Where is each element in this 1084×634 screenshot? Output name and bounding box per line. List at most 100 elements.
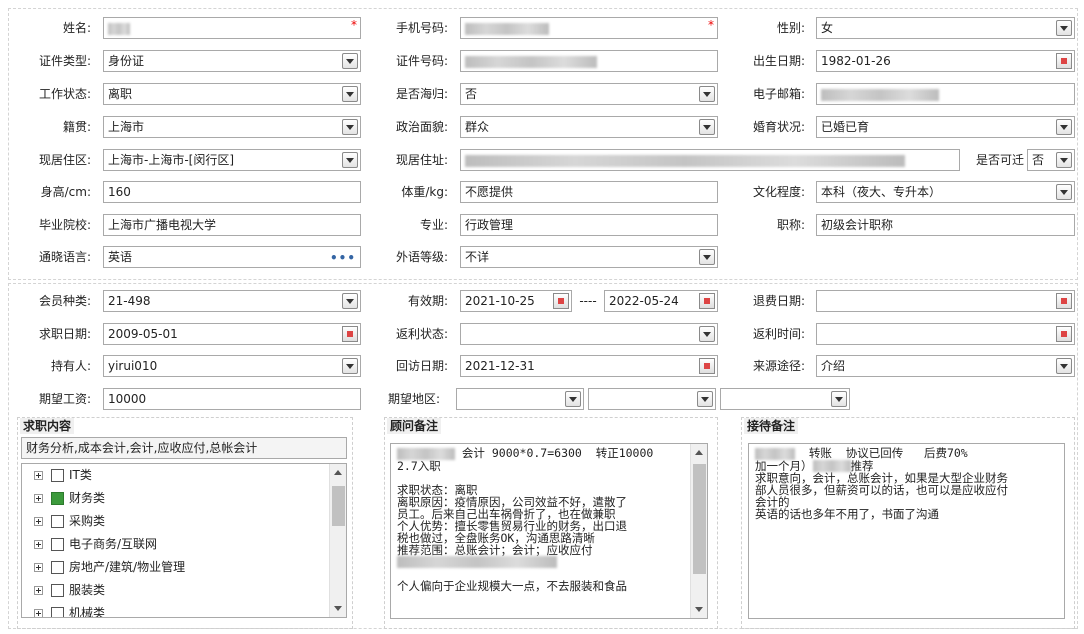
school-input[interactable]: 上海市广播电视大学 [103, 214, 361, 236]
language-input[interactable]: 英语 ••• [103, 246, 361, 268]
expand-icon[interactable] [34, 563, 43, 572]
job-category-tree[interactable]: IT类 财务类 采购类 电子商务/互联网 房地产/建筑/物业管理 服装类 机械类 [21, 463, 347, 618]
region-city-select[interactable] [588, 388, 716, 410]
expand-icon[interactable] [34, 471, 43, 480]
native-place-label: 籍贯: [62, 120, 91, 134]
scroll-down-icon[interactable] [334, 606, 342, 611]
gender-select[interactable]: 女 [816, 17, 1075, 39]
chevron-down-icon[interactable] [342, 293, 358, 309]
scroll-up-icon[interactable] [334, 470, 342, 475]
region-district-select[interactable] [720, 388, 850, 410]
calendar-icon[interactable] [1056, 293, 1072, 309]
checkbox[interactable] [51, 515, 64, 528]
checkbox[interactable] [51, 538, 64, 551]
calendar-icon[interactable] [342, 326, 358, 342]
residence-area-select[interactable]: 上海市-上海市-[闵行区] [103, 149, 361, 171]
salary-input[interactable]: 10000 [103, 388, 361, 410]
chevron-down-icon[interactable] [1056, 20, 1072, 36]
checkbox[interactable] [51, 584, 64, 597]
calendar-icon[interactable] [553, 293, 569, 309]
chevron-down-icon[interactable] [699, 326, 715, 342]
chevron-down-icon[interactable] [699, 249, 715, 265]
marital-select[interactable]: 已婚已育 [816, 116, 1075, 138]
scroll-thumb[interactable] [332, 486, 345, 526]
chevron-down-icon[interactable] [1056, 119, 1072, 135]
refund-date-input[interactable] [816, 290, 1075, 312]
expand-icon[interactable] [34, 609, 43, 617]
native-place-select[interactable]: 上海市 [103, 116, 361, 138]
checkbox[interactable] [51, 561, 64, 574]
political-select[interactable]: 群众 [460, 116, 718, 138]
id-type-select[interactable]: 身份证 [103, 50, 361, 72]
valid-to-input[interactable]: 2022-05-24 [604, 290, 718, 312]
name-input[interactable]: * [103, 17, 361, 39]
tree-item[interactable]: 电子商务/互联网 [22, 533, 346, 556]
chevron-down-icon[interactable] [342, 152, 358, 168]
overseas-select[interactable]: 否 [460, 83, 718, 105]
chevron-down-icon[interactable] [565, 391, 581, 407]
holder-select[interactable]: yirui010 [103, 355, 361, 377]
tree-item[interactable]: IT类 [22, 464, 346, 487]
reception-notes-textarea[interactable]: 转账 协议已回传 后费70% 加一个月） 推荐 求职意向，会计，总账会计，如果是大… [748, 443, 1065, 619]
language-level-select[interactable]: 不详 [460, 246, 718, 268]
job-title-input[interactable]: 初级会计职称 [816, 214, 1075, 236]
birth-date-input[interactable]: 1982-01-26 [816, 50, 1075, 72]
residence-address-input[interactable] [460, 149, 960, 171]
scroll-down-icon[interactable] [695, 607, 703, 612]
calendar-icon[interactable] [699, 358, 715, 374]
expand-icon[interactable] [34, 586, 43, 595]
chevron-down-icon[interactable] [342, 53, 358, 69]
chevron-down-icon[interactable] [699, 86, 715, 102]
expand-icon[interactable] [34, 540, 43, 549]
education-select[interactable]: 本科（夜大、专升本） [816, 181, 1075, 203]
tree-item[interactable]: 采购类 [22, 510, 346, 533]
scroll-up-icon[interactable] [695, 450, 703, 455]
expand-icon[interactable] [34, 494, 43, 503]
tree-item[interactable]: 财务类 [22, 487, 346, 510]
chevron-down-icon[interactable] [1056, 358, 1072, 374]
chevron-down-icon[interactable] [342, 358, 358, 374]
chevron-down-icon[interactable] [1056, 184, 1072, 200]
job-date-input[interactable]: 2009-05-01 [103, 323, 361, 345]
tree-scrollbar[interactable] [329, 464, 346, 617]
calendar-icon[interactable] [1056, 326, 1072, 342]
checkbox[interactable] [51, 607, 64, 617]
rebate-status-select[interactable] [460, 323, 718, 345]
work-status-select[interactable]: 离职 [103, 83, 361, 105]
more-icon[interactable]: ••• [330, 248, 356, 267]
source-select[interactable]: 介绍 [816, 355, 1075, 377]
scroll-thumb[interactable] [693, 464, 706, 574]
tree-item[interactable]: 机械类 [22, 602, 346, 617]
calendar-icon[interactable] [699, 293, 715, 309]
consultant-notes-textarea[interactable]: 会计 9000*0.7=6300 转正10000 2.7入职 求职状态：离职 离… [390, 443, 708, 619]
checkbox[interactable] [51, 469, 64, 482]
holder-label: 持有人: [50, 359, 91, 373]
salary-label: 期望工资: [38, 392, 91, 406]
job-content-summary[interactable]: 财务分析,成本会计,会计,应收应付,总帐会计 [21, 437, 347, 459]
weight-input[interactable]: 不愿提供 [460, 181, 718, 203]
height-input[interactable]: 160 [103, 181, 361, 203]
chevron-down-icon[interactable] [699, 119, 715, 135]
rebate-time-input[interactable] [816, 323, 1075, 345]
checkbox-checked[interactable] [51, 492, 64, 505]
visit-date-input[interactable]: 2021-12-31 [460, 355, 718, 377]
chevron-down-icon[interactable] [697, 391, 713, 407]
member-type-select[interactable]: 21-498 [103, 290, 361, 312]
expand-icon[interactable] [34, 517, 43, 526]
chevron-down-icon[interactable] [342, 119, 358, 135]
calendar-icon[interactable] [1056, 53, 1072, 69]
relocate-select[interactable]: 否 [1027, 149, 1075, 171]
major-input[interactable]: 行政管理 [460, 214, 718, 236]
chevron-down-icon[interactable] [831, 391, 847, 407]
mobile-input[interactable]: * [460, 17, 718, 39]
tree-item[interactable]: 房地产/建筑/物业管理 [22, 556, 346, 579]
id-number-input[interactable] [460, 50, 718, 72]
chevron-down-icon[interactable] [342, 86, 358, 102]
email-input[interactable] [816, 83, 1075, 105]
mobile-label: 手机号码: [395, 21, 448, 35]
valid-from-input[interactable]: 2021-10-25 [460, 290, 572, 312]
chevron-down-icon[interactable] [1056, 152, 1072, 168]
notes-scrollbar[interactable] [690, 444, 707, 618]
tree-item[interactable]: 服装类 [22, 579, 346, 602]
region-province-select[interactable] [456, 388, 584, 410]
